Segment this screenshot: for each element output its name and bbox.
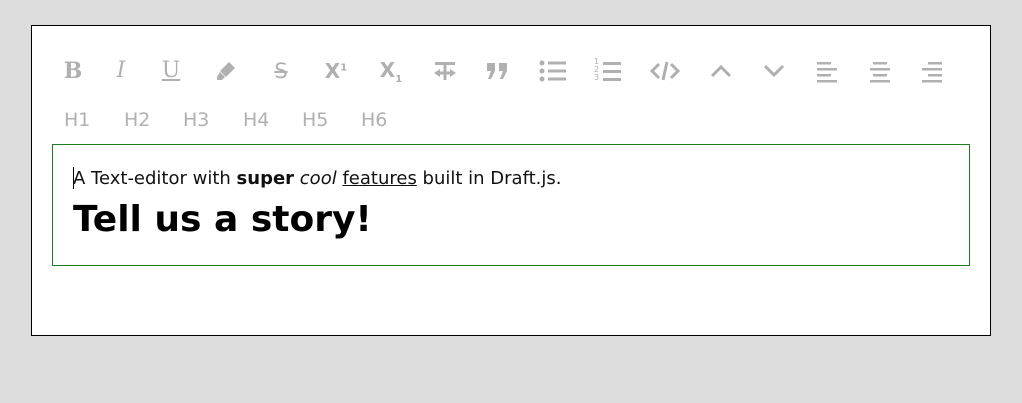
underline-icon: U xyxy=(161,58,181,83)
paragraph-bold-text: super xyxy=(236,168,295,189)
paragraph-text-post: built in Draft.js. xyxy=(416,168,562,189)
code-icon xyxy=(650,61,680,81)
list-number-icon: 1 2 3 xyxy=(593,57,623,83)
blockquote-button[interactable] xyxy=(482,54,514,88)
superscript-button[interactable]: X1 xyxy=(320,54,352,88)
heading-2-button[interactable]: H2 xyxy=(124,106,150,134)
unordered-list-button[interactable] xyxy=(537,54,569,88)
editor-text-area[interactable]: A Text-editor with super cool features b… xyxy=(52,144,970,266)
heading-3-button[interactable]: H3 xyxy=(183,106,209,134)
editor-paragraph[interactable]: A Text-editor with super cool features b… xyxy=(73,167,562,189)
align-left-icon xyxy=(817,62,837,83)
highlighter-icon xyxy=(217,62,235,80)
heading-toolbar: H1 H2 H3 H4 H5 H6 xyxy=(32,106,990,132)
bold-button[interactable]: B xyxy=(57,54,89,88)
subscript-icon: X1 xyxy=(379,57,403,85)
subscript-button[interactable]: X1 xyxy=(375,54,407,88)
editor-container: B I U S X1 X1 1 2 3 H1 H2 H3 H4 H5 H6 A … xyxy=(31,25,991,336)
highlight-button[interactable] xyxy=(210,54,242,88)
editor-heading[interactable]: Tell us a story! xyxy=(73,199,372,240)
paragraph-underline-text: features xyxy=(342,168,417,189)
align-center-icon xyxy=(870,62,890,83)
align-left-button[interactable] xyxy=(811,54,843,88)
ordered-list-button[interactable]: 1 2 3 xyxy=(592,54,624,88)
italic-button[interactable]: I xyxy=(105,54,137,88)
chevron-up-button[interactable] xyxy=(705,54,737,88)
heading-6-button[interactable]: H6 xyxy=(361,106,387,134)
clear-format-icon xyxy=(434,62,456,80)
strikethrough-button[interactable]: S xyxy=(265,54,297,88)
heading-5-button[interactable]: H5 xyxy=(302,106,328,134)
align-right-icon xyxy=(922,62,942,83)
heading-4-button[interactable]: H4 xyxy=(243,106,269,134)
underline-button[interactable]: U xyxy=(155,54,187,88)
paragraph-text-pre: A Text-editor with xyxy=(73,168,237,189)
paragraph-italic-text: cool xyxy=(299,168,337,189)
align-center-button[interactable] xyxy=(864,54,896,88)
chevron-up-icon xyxy=(710,64,732,78)
superscript-icon: X1 xyxy=(324,59,348,83)
heading-1-button[interactable]: H1 xyxy=(64,106,90,134)
code-button[interactable] xyxy=(649,54,681,88)
italic-icon: I xyxy=(116,58,126,83)
quote-icon xyxy=(487,63,507,79)
formatting-toolbar: B I U S X1 X1 1 2 3 xyxy=(32,54,990,90)
chevron-down-button[interactable] xyxy=(758,54,790,88)
strikethrough-icon: S xyxy=(274,58,288,83)
chevron-down-icon xyxy=(763,64,785,78)
clear-format-button[interactable] xyxy=(429,54,461,88)
align-right-button[interactable] xyxy=(916,54,948,88)
bold-icon: B xyxy=(63,58,83,84)
list-bullet-icon xyxy=(539,60,566,82)
